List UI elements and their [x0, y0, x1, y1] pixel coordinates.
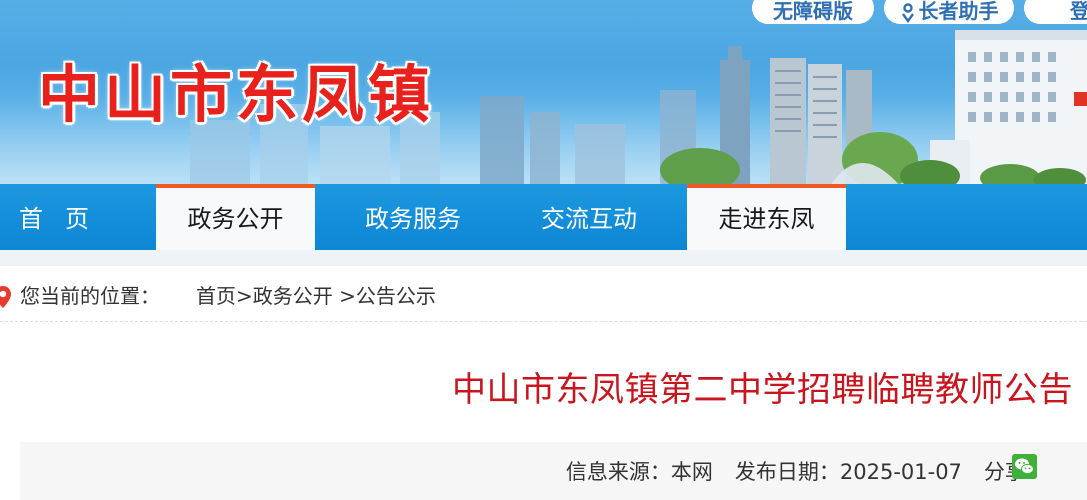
wechat-icon[interactable]: [1012, 454, 1037, 479]
nav-divider-strip: [0, 250, 1087, 266]
publish-date-label: 发布日期：: [734, 460, 840, 484]
article-title: 中山市东凤镇第二中学招聘临聘教师公告: [452, 370, 1073, 410]
elder-assistant-label: 长者助手: [918, 0, 999, 23]
breadcrumb-government-affairs-link[interactable]: 政务公开: [253, 284, 333, 308]
breadcrumb-links: 首页>政务公开 >公告公示: [196, 276, 436, 316]
article-meta: 信息来源：本网 发布日期：2025-01-07 分享:: [566, 456, 1033, 486]
nav-item-interaction[interactable]: 交流互动: [511, 184, 667, 250]
map-pin-icon: [0, 286, 11, 308]
publish-date-value: 2025-01-07: [839, 460, 962, 484]
breadcrumb-announcements-link[interactable]: 公告公示: [356, 284, 436, 308]
breadcrumb-separator: >: [332, 284, 356, 308]
nav-item-government-services[interactable]: 政务服务: [333, 184, 493, 250]
breadcrumb-divider: [0, 321, 1087, 322]
breadcrumb-home-link[interactable]: 首页: [196, 284, 236, 308]
breadcrumb-separator: >: [236, 284, 253, 308]
main-nav: 首页 政务公开 政务服务 交流互动 走进东凤: [0, 184, 1087, 250]
login-button[interactable]: 登: [1024, 0, 1087, 24]
header-banner: 中山市东凤镇 无障碍版 长者助手 登: [0, 0, 1087, 186]
elder-assistant-button[interactable]: 长者助手: [884, 0, 1014, 24]
source-value: 本网: [670, 460, 713, 484]
accessibility-mode-button[interactable]: 无障碍版: [752, 0, 874, 24]
site-title[interactable]: 中山市东凤镇: [38, 44, 434, 134]
source-label: 信息来源：: [565, 460, 671, 484]
nav-item-about-dongfeng[interactable]: 走进东凤: [687, 184, 846, 250]
nav-item-government-affairs[interactable]: 政务公开: [156, 184, 315, 250]
breadcrumb-label: 您当前的位置：: [20, 284, 160, 308]
elder-helper-icon: [901, 2, 914, 23]
nav-item-home[interactable]: 首页: [0, 184, 118, 250]
